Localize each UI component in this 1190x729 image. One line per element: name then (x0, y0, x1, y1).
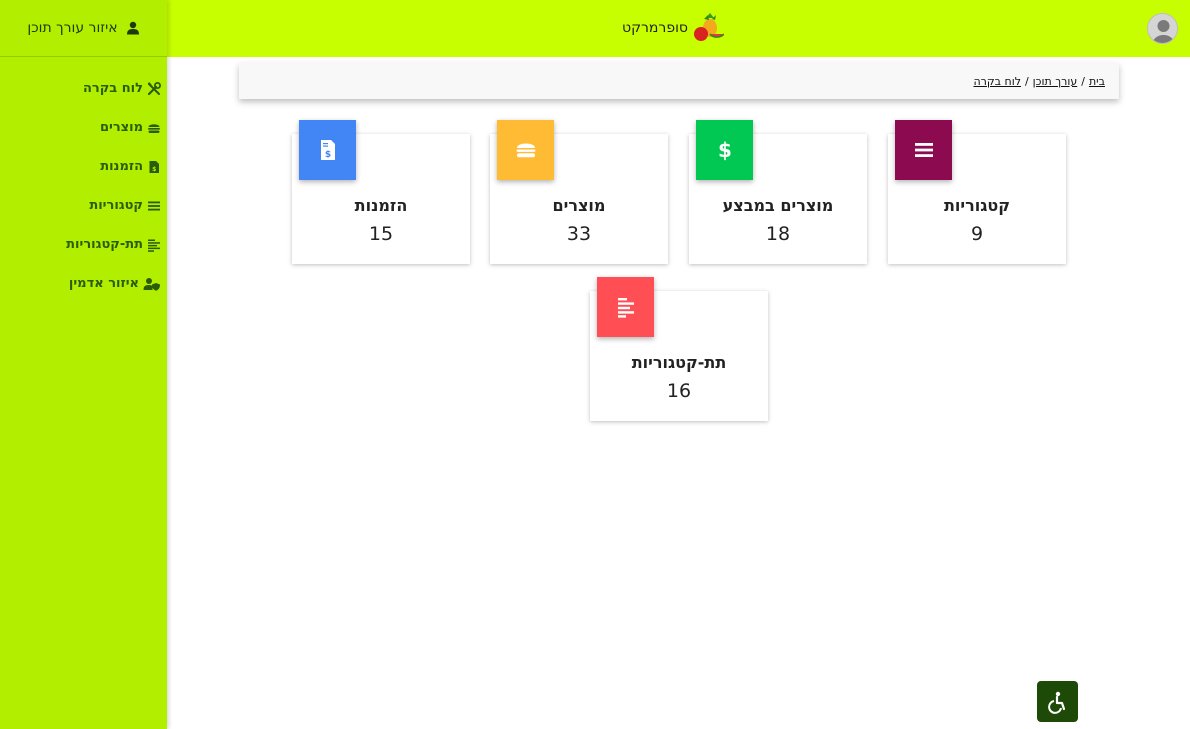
list-icon (914, 143, 933, 157)
stat-card-categories[interactable]: קטגוריות 9 (888, 120, 1066, 264)
card-badge (597, 277, 654, 337)
align-left-icon (148, 239, 160, 252)
burger-icon (148, 123, 160, 133)
list-icon (148, 201, 160, 210)
invoice-icon: $ (149, 160, 159, 173)
user-avatar-icon (1148, 14, 1177, 43)
card-value: 33 (566, 223, 592, 245)
card-title: קטגוריות (943, 196, 1011, 215)
card-title: תת-קטגוריות (631, 353, 727, 372)
breadcrumb-content-editor-link[interactable]: עורך תוכן (1033, 75, 1078, 88)
sidebar-item-label: איזור אדמין (68, 276, 139, 291)
sidebar-item-products[interactable]: מוצרים (0, 108, 167, 147)
stat-card-subcategories[interactable]: תת-קטגוריות 16 (590, 277, 768, 421)
sidebar-item-categories[interactable]: קטגוריות (0, 186, 167, 225)
stat-card-sale-products[interactable]: $ מוצרים במבצע 18 (689, 120, 867, 264)
breadcrumb-home-link[interactable]: בית (1089, 75, 1105, 88)
sidebar-item-admin[interactable]: איזור אדמין (0, 264, 167, 303)
card-title: הזמנות (354, 196, 408, 215)
card-value: 9 (970, 223, 984, 245)
user-icon (126, 21, 139, 35)
card-value: 15 (368, 223, 394, 245)
card-badge: $ (696, 120, 753, 180)
fruit-basket-icon (693, 13, 724, 41)
user-shield-icon (143, 277, 160, 291)
sidebar-title: איזור עורך תוכן (27, 20, 118, 36)
brand-name: סופרמרקט (622, 20, 688, 36)
burger-icon (516, 143, 535, 158)
svg-text:$: $ (152, 166, 156, 173)
brand[interactable]: סופרמרקט (622, 12, 724, 44)
card-title: מוצרים (552, 196, 606, 215)
sidebar-item-label: לוח בקרה (82, 81, 143, 96)
breadcrumb: בית / עורך תוכן / לוח בקרה (239, 63, 1119, 99)
card-badge (895, 120, 952, 180)
sidebar-item-dashboard[interactable]: לוח בקרה (0, 69, 167, 108)
align-left-icon (617, 298, 634, 318)
tools-icon (147, 81, 161, 95)
breadcrumb-dashboard-link[interactable]: לוח בקרה (973, 75, 1021, 88)
sidebar-item-label: תת-קטגוריות (66, 237, 143, 252)
invoice-icon: $ (320, 140, 335, 160)
wheelchair-icon (1047, 691, 1065, 714)
sidebar-item-orders[interactable]: $ הזמנות (0, 147, 167, 186)
card-value: 16 (666, 380, 692, 402)
sidebar-menu: לוח בקרה מוצרים $ הזמנות קטגוריות תת-קטג… (0, 57, 167, 303)
accessibility-button[interactable] (1037, 681, 1078, 722)
user-avatar[interactable] (1147, 13, 1178, 44)
breadcrumb-separator: / (1081, 74, 1085, 88)
card-value: 18 (765, 223, 791, 245)
top-header-bar: סופרמרקט (0, 0, 1190, 57)
sidebar-header: איזור עורך תוכן (0, 0, 167, 57)
sidebar-item-label: קטגוריות (89, 198, 143, 213)
breadcrumb-separator: / (1024, 74, 1029, 88)
stat-card-orders[interactable]: $ הזמנות 15 (292, 120, 470, 264)
sidebar-item-label: מוצרים (99, 120, 143, 135)
dollar-icon: $ (718, 138, 732, 162)
svg-text:$: $ (324, 150, 330, 160)
card-badge (497, 120, 554, 180)
sidebar: איזור עורך תוכן לוח בקרה מוצרים $ הזמנות… (0, 0, 167, 729)
sidebar-item-subcategories[interactable]: תת-קטגוריות (0, 225, 167, 264)
sidebar-item-label: הזמנות (100, 159, 143, 174)
stat-card-products[interactable]: מוצרים 33 (490, 120, 668, 264)
svg-text:$: $ (718, 138, 732, 162)
card-badge: $ (299, 120, 356, 180)
card-title: מוצרים במבצע (722, 196, 834, 215)
